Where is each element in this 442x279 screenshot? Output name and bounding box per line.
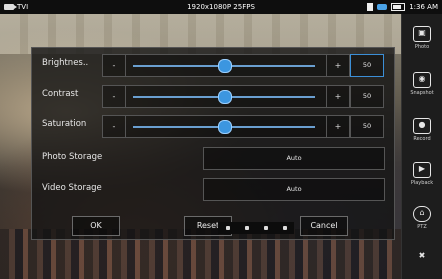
sidebar-item-label: Photo [414, 44, 430, 50]
brightness-decrease-button[interactable]: - [103, 55, 126, 76]
status-icons: 1:36 AM [367, 0, 438, 14]
camera-tester-screen: TVI 1920x1080P 25FPS 1:36 AM ▣ Photo ◉ S… [0, 0, 442, 279]
ok-button[interactable]: OK [72, 216, 120, 236]
brightness-knob[interactable] [218, 59, 232, 73]
clock: 1:36 AM [409, 3, 438, 11]
page-indicator-bar [218, 222, 294, 234]
photo-storage-label: Photo Storage [42, 152, 103, 162]
contrast-slider[interactable]: - + [102, 85, 350, 108]
sidebar-item-record[interactable]: ● Record [402, 118, 442, 142]
saturation-increase-button[interactable]: + [326, 116, 349, 137]
ptz-icon: ⌂ [413, 206, 431, 222]
contrast-value: 50 [350, 85, 384, 108]
camera-icon: ◉ [413, 72, 431, 88]
status-bar: TVI 1920x1080P 25FPS 1:36 AM [0, 0, 442, 14]
indicator-dot [282, 226, 287, 230]
contrast-knob[interactable] [218, 90, 232, 104]
indicator-dot [244, 226, 249, 230]
sidebar-item-playback[interactable]: ▶ Playback [402, 162, 442, 186]
play-icon: ▶ [413, 162, 431, 178]
cancel-button[interactable]: Cancel [300, 216, 348, 236]
video-storage-select[interactable]: Auto [203, 178, 385, 201]
brightness-label: Brightnes.. [42, 58, 89, 68]
indicator-dot [225, 226, 230, 230]
saturation-label: Saturation [42, 119, 87, 129]
saturation-slider[interactable]: - + [102, 115, 350, 138]
contrast-row: Contrast - + 50 [38, 85, 388, 108]
video-storage-row: Video Storage Auto [38, 178, 388, 201]
sidebar-item-ptz[interactable]: ⌂ PTZ [402, 206, 442, 230]
indicator-dot [263, 226, 268, 230]
record-icon: ● [413, 118, 431, 134]
sidebar-item-snapshot[interactable]: ◉ Snapshot [402, 72, 442, 96]
sidebar-item-label: Record [413, 136, 431, 142]
image-icon: ▣ [413, 26, 431, 42]
contrast-increase-button[interactable]: + [326, 86, 349, 107]
tools-icon: ✖ [418, 251, 426, 260]
sidebar-item-tools[interactable]: ✖ [402, 250, 442, 266]
saturation-knob[interactable] [218, 120, 232, 134]
sidebar-item-label: Playback [410, 180, 434, 186]
video-storage-label: Video Storage [42, 183, 102, 193]
saturation-decrease-button[interactable]: - [103, 116, 126, 137]
sd-card-icon [367, 3, 374, 11]
usb-icon [377, 4, 388, 10]
contrast-label: Contrast [42, 89, 79, 99]
brightness-row: Brightnes.. - + 50 [38, 54, 388, 77]
saturation-row: Saturation - + 50 [38, 115, 388, 138]
brightness-increase-button[interactable]: + [326, 55, 349, 76]
contrast-decrease-button[interactable]: - [103, 86, 126, 107]
brightness-slider[interactable]: - + [102, 54, 350, 77]
sidebar-item-label: Snapshot [410, 90, 434, 96]
photo-storage-select[interactable]: Auto [203, 147, 385, 170]
sidebar-item-photo[interactable]: ▣ Photo [402, 26, 442, 50]
image-settings-dialog: Brightnes.. - + 50 Contrast - + 50 Satur… [31, 47, 395, 240]
saturation-value: 50 [350, 115, 384, 138]
brightness-value: 50 [350, 54, 384, 77]
photo-storage-row: Photo Storage Auto [38, 147, 388, 170]
battery-icon [391, 3, 406, 11]
sidebar-item-label: PTZ [417, 224, 427, 230]
sidebar: ▣ Photo ◉ Snapshot ● Record ▶ Playback ⌂… [401, 14, 442, 279]
